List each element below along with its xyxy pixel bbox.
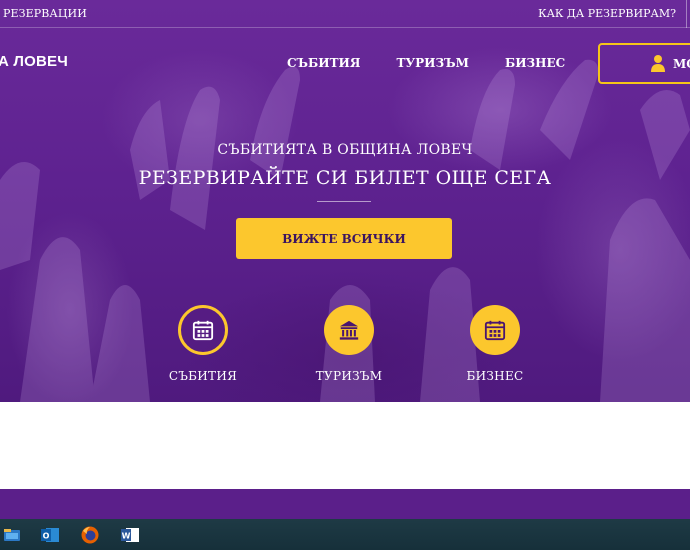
category-events-label: СЪБИТИЯ bbox=[168, 369, 238, 383]
user-icon bbox=[651, 55, 665, 72]
nav-item-tourism[interactable]: ТУРИЗЪМ bbox=[396, 56, 468, 70]
main-nav: СЪБИТИЯ ТУРИЗЪМ БИЗНЕС bbox=[287, 56, 601, 70]
nav-item-business[interactable]: БИЗНЕС bbox=[505, 56, 565, 70]
site-logo[interactable]: А ЛОВЕЧ bbox=[0, 53, 68, 70]
category-business-circle bbox=[470, 305, 520, 355]
hero-subtitle: СЪБИТИЯТА В ОБЩИНА ЛОВЕЧ bbox=[217, 142, 473, 158]
outlook-icon[interactable]: O bbox=[40, 525, 60, 545]
category-business-label: БИЗНЕС bbox=[466, 369, 524, 383]
title-divider bbox=[317, 201, 371, 202]
account-button[interactable]: МО bbox=[598, 43, 690, 84]
category-events-circle bbox=[178, 305, 228, 355]
category-tourism[interactable]: ТУРИЗЪМ bbox=[294, 305, 404, 383]
museum-icon bbox=[339, 320, 359, 340]
svg-text:W: W bbox=[122, 532, 131, 541]
reservations-link[interactable]: РЕЗЕРВАЦИИ bbox=[3, 7, 87, 20]
category-tourism-label: ТУРИЗЪМ bbox=[315, 369, 383, 383]
firefox-icon[interactable] bbox=[80, 525, 100, 545]
purple-footer-band bbox=[0, 489, 690, 519]
windows-taskbar: O W bbox=[0, 519, 690, 550]
top-bar: РЕЗЕРВАЦИИ КАК ДА РЕЗЕРВИРАМ? bbox=[0, 0, 690, 28]
category-tourism-circle bbox=[324, 305, 374, 355]
calendar-icon bbox=[484, 320, 506, 341]
category-events[interactable]: СЪБИТИЯ bbox=[148, 305, 258, 383]
calendar-icon bbox=[192, 320, 214, 341]
word-icon[interactable]: W bbox=[120, 525, 140, 545]
how-to-reserve-link[interactable]: КАК ДА РЕЗЕРВИРАМ? bbox=[538, 7, 676, 20]
hero-title: РЕЗЕРВИРАЙТЕ СИ БИЛЕТ ОЩЕ СЕГА bbox=[138, 167, 552, 189]
hero-section: РЕЗЕРВАЦИИ КАК ДА РЕЗЕРВИРАМ? А ЛОВЕЧ СЪ… bbox=[0, 0, 690, 402]
nav-item-events[interactable]: СЪБИТИЯ bbox=[287, 56, 360, 70]
category-business[interactable]: БИЗНЕС bbox=[440, 305, 550, 383]
topbar-divider bbox=[686, 0, 687, 28]
view-all-button[interactable]: ВИЖТЕ ВСИЧКИ bbox=[236, 218, 452, 259]
file-explorer-icon[interactable] bbox=[2, 525, 22, 545]
account-label: МО bbox=[673, 57, 690, 71]
svg-text:O: O bbox=[43, 532, 50, 541]
content-area bbox=[0, 402, 690, 489]
